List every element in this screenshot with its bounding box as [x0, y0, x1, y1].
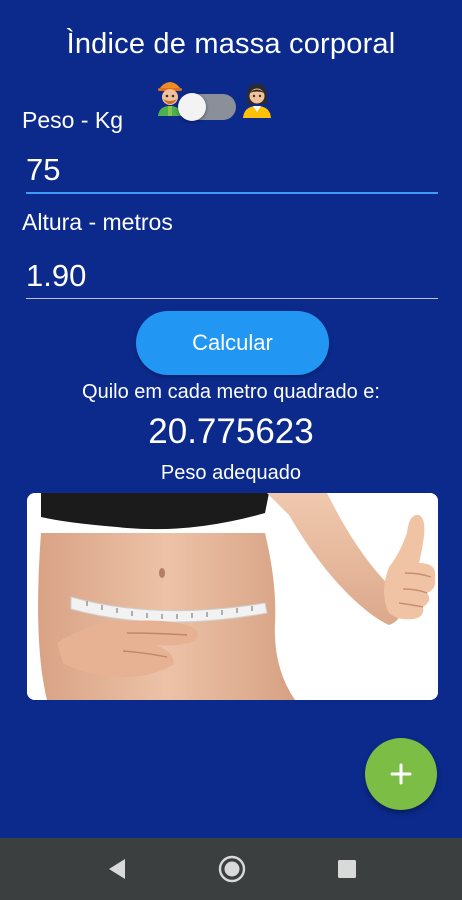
bmi-value: 20.775623 [148, 412, 314, 451]
gender-switch[interactable] [178, 93, 236, 121]
waist-measure-image [27, 493, 438, 700]
gender-toggle-row [154, 76, 279, 122]
bmi-status: Peso adequado [160, 462, 302, 484]
plus-icon [390, 763, 412, 785]
app-screen: Ìndice de massa corporal Peso - Kg 75 Al… [0, 0, 462, 838]
system-navigation-bar [0, 838, 462, 900]
add-fab-button[interactable] [365, 738, 437, 810]
back-triangle-icon[interactable] [103, 854, 133, 884]
height-field[interactable] [26, 253, 438, 299]
page-title: Ìndice de massa corporal [66, 28, 396, 60]
switch-knob[interactable] [178, 93, 206, 121]
result-caption: Quilo em cada metro quadrado e: [82, 381, 380, 403]
recent-apps-square-icon[interactable] [332, 854, 362, 884]
weight-input[interactable] [26, 148, 438, 192]
weight-label: Peso - Kg [22, 107, 123, 133]
height-input[interactable] [26, 253, 438, 298]
waist-measure-photo [27, 493, 438, 700]
home-circle-icon[interactable] [217, 854, 247, 884]
weight-field[interactable] [26, 148, 438, 194]
height-label: Altura - metros [22, 209, 173, 235]
female-avatar-icon [243, 84, 271, 118]
calculate-button[interactable]: Calcular [136, 311, 329, 375]
